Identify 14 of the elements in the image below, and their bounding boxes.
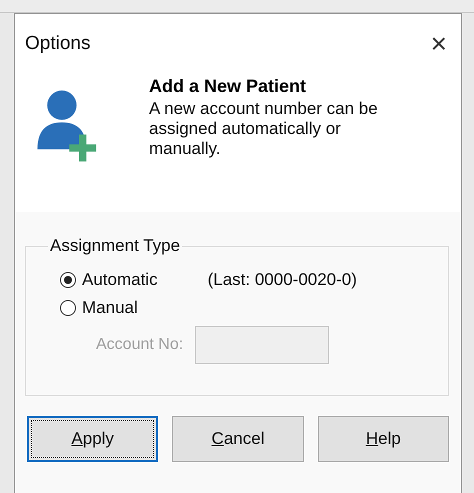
header-title: Add a New Patient bbox=[149, 76, 308, 97]
radio-label[interactable]: Automatic bbox=[82, 270, 158, 290]
close-button[interactable]: × bbox=[430, 30, 447, 58]
radio-button[interactable] bbox=[60, 300, 76, 316]
header-description: A new account number can be assigned automatically or manually. bbox=[149, 99, 379, 159]
radio-label[interactable]: Manual bbox=[82, 298, 138, 318]
group-legend: Assignment Type bbox=[48, 236, 182, 256]
dialog-button[interactable]: Cancel bbox=[172, 416, 304, 462]
dialog-button[interactable]: Apply bbox=[27, 416, 158, 462]
window-title: Options bbox=[25, 33, 90, 55]
dialog-button[interactable]: Help bbox=[318, 416, 449, 462]
radio-button[interactable] bbox=[60, 272, 76, 288]
last-number-note: (Last: 0000-0020-0) bbox=[208, 270, 357, 290]
account-label: Account No: bbox=[96, 336, 184, 354]
